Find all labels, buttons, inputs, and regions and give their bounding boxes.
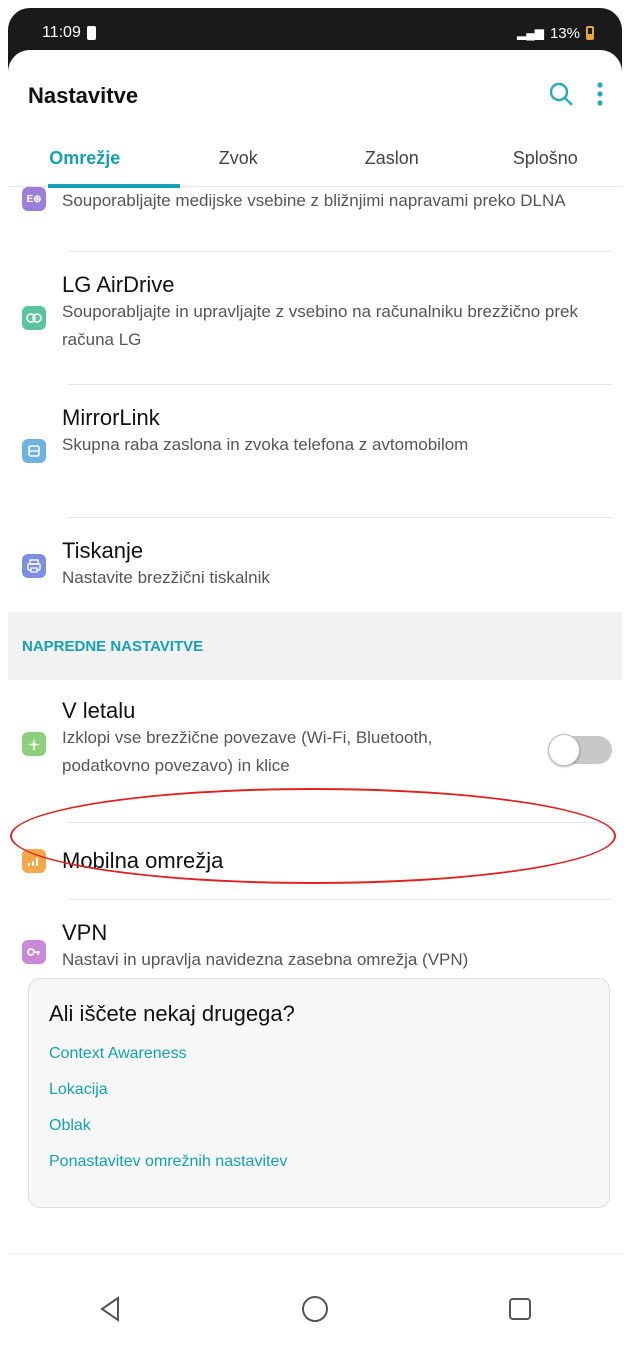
- printing-subtitle: Nastavite brezžični tiskalnik: [62, 568, 270, 587]
- list-item-dlna[interactable]: E⊕ Souporabljajte medijske vsebine z bli…: [8, 181, 622, 251]
- printer-icon: [22, 554, 46, 578]
- settings-screen: Nastavitve Omrežje Zvok Zaslon Splošno E…: [8, 50, 622, 1364]
- toggle-knob: [548, 734, 580, 766]
- notification-icon: [86, 26, 96, 40]
- dlna-icon: E⊕: [22, 187, 46, 211]
- navigation-bar: [8, 1253, 622, 1364]
- list-item-airdrive[interactable]: LG AirDrive Souporabljajte in upravljajt…: [8, 252, 622, 384]
- mirrorlink-title: MirrorLink: [62, 405, 160, 430]
- signal-icon: ▂▄▆: [517, 26, 544, 40]
- airplane-toggle[interactable]: [548, 734, 612, 766]
- airplane-icon: [22, 732, 46, 756]
- app-bar: Nastavitve: [8, 50, 622, 142]
- airplane-title: V letalu: [62, 698, 136, 723]
- list-item-mobile-networks[interactable]: Mobilna omrežja: [8, 823, 622, 899]
- vpn-subtitle: Nastavi in upravlja navidezna zasebna om…: [62, 950, 469, 969]
- airplane-subtitle: Izklopi vse brezžične povezave (Wi-Fi, B…: [62, 728, 433, 775]
- tab-network[interactable]: Omrežje: [8, 142, 162, 186]
- suggestions-title: Ali iščete nekaj drugega?: [49, 1001, 295, 1026]
- status-time: 11:09: [42, 24, 81, 41]
- link-location[interactable]: Lokacija: [49, 1081, 589, 1099]
- list-item-printing[interactable]: Tiskanje Nastavite brezžični tiskalnik: [8, 518, 622, 598]
- tab-display[interactable]: Zaslon: [315, 142, 469, 186]
- mirrorlink-subtitle: Skupna raba zaslona in zvoka telefona z …: [62, 435, 469, 454]
- tab-sound[interactable]: Zvok: [162, 142, 316, 186]
- nav-back-icon[interactable]: [90, 1289, 130, 1329]
- tab-general[interactable]: Splošno: [469, 142, 623, 186]
- link-reset-network[interactable]: Ponastavitev omrežnih nastavitev: [49, 1153, 589, 1171]
- suggestions-card: Ali iščete nekaj drugega? Context Awaren…: [28, 978, 610, 1208]
- printing-title: Tiskanje: [62, 538, 144, 563]
- battery-icon: [586, 26, 594, 40]
- airdrive-icon: [22, 306, 46, 330]
- link-cloud[interactable]: Oblak: [49, 1117, 589, 1135]
- vpn-title: VPN: [62, 920, 108, 945]
- mobile-signal-icon: [22, 849, 46, 873]
- list-item-mirrorlink[interactable]: MirrorLink Skupna raba zaslona in zvoka …: [8, 385, 622, 517]
- vpn-key-icon: [22, 940, 46, 964]
- page-title: Nastavitve: [28, 83, 139, 108]
- phone-frame: 11:09 ▂▄▆ 13% Nastavitve Omrežje Zvok Za: [8, 8, 622, 1364]
- mobile-networks-title: Mobilna omrežja: [62, 848, 224, 873]
- battery-percent: 13%: [549, 24, 580, 42]
- airdrive-title: LG AirDrive: [62, 272, 175, 297]
- settings-list: E⊕ Souporabljajte medijske vsebine z bli…: [8, 181, 622, 996]
- nav-recents-icon[interactable]: [500, 1289, 540, 1329]
- search-icon[interactable]: [548, 81, 574, 112]
- section-header-advanced: NAPREDNE NASTAVITVE: [8, 612, 622, 680]
- link-context-awareness[interactable]: Context Awareness: [49, 1045, 589, 1063]
- list-item-airplane-mode[interactable]: V letalu Izklopi vse brezžične povezave …: [8, 680, 622, 822]
- mirrorlink-icon: [22, 439, 46, 463]
- more-vert-icon[interactable]: [596, 81, 604, 112]
- airdrive-subtitle: Souporabljajte in upravljajte z vsebino …: [62, 302, 578, 349]
- dlna-subtitle: Souporabljajte medijske vsebine z bližnj…: [62, 191, 566, 210]
- nav-home-icon[interactable]: [295, 1289, 335, 1329]
